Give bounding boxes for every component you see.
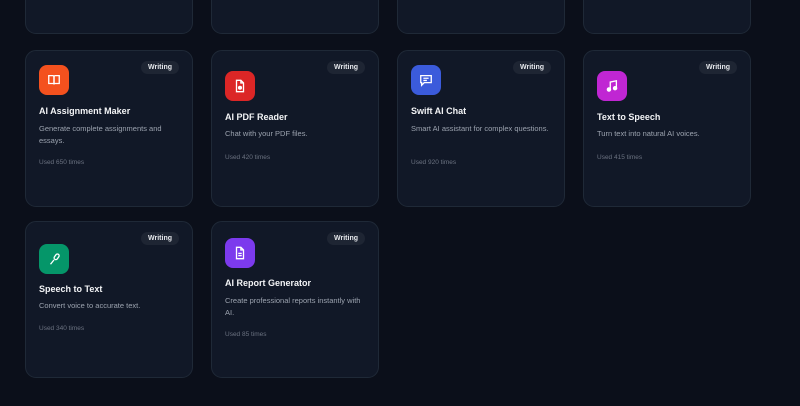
- usage-count: Used 420 times: [225, 154, 271, 161]
- tool-card-ai-pdf-reader[interactable]: Writing AI PDF Reader Chat with your PDF…: [211, 50, 379, 207]
- tool-description: Generate complete assignments and essays…: [39, 124, 162, 145]
- usage-count: Used 340 times: [39, 325, 85, 332]
- category-badge: Writing: [141, 61, 179, 74]
- book-icon: [39, 65, 69, 95]
- tool-title: Text to Speech: [597, 112, 661, 122]
- tool-card-speech-to-text[interactable]: Writing Speech to Text Convert voice to …: [25, 221, 193, 378]
- category-badge: Writing: [699, 61, 737, 74]
- tool-card-ai-assignment-maker[interactable]: Writing AI Assignment Maker Generate com…: [25, 50, 193, 207]
- tool-title: AI PDF Reader: [225, 112, 288, 122]
- category-badge: Writing: [327, 232, 365, 245]
- category-badge: Writing: [513, 61, 551, 74]
- tool-title: AI Report Generator: [225, 278, 312, 288]
- tool-description: Turn text into natural AI voices.: [597, 129, 700, 138]
- tool-card-ai-report-generator[interactable]: Writing AI Report Generator Create profe…: [211, 221, 379, 378]
- chat-icon: [411, 65, 441, 95]
- tool-title: Speech to Text: [39, 284, 103, 294]
- tool-title: AI Assignment Maker: [39, 106, 131, 116]
- tool-description: Chat with your PDF files.: [225, 129, 308, 138]
- tool-description: Convert voice to accurate text.: [39, 301, 141, 310]
- category-badge: Writing: [327, 61, 365, 74]
- usage-count: Used 415 times: [597, 154, 643, 161]
- tool-description: Create professional reports instantly wi…: [225, 296, 361, 317]
- tool-card-partial[interactable]: [25, 0, 193, 34]
- category-badge: Writing: [141, 232, 179, 245]
- document-icon: [225, 238, 255, 268]
- pdf-file-icon: [225, 71, 255, 101]
- tool-title: Swift AI Chat: [411, 106, 467, 116]
- microphone-icon: [39, 244, 69, 274]
- usage-count: Used 85 times: [225, 331, 267, 338]
- tool-card-text-to-speech[interactable]: Writing Text to Speech Turn text into na…: [583, 50, 751, 207]
- usage-count: Used 650 times: [39, 159, 85, 166]
- usage-count: Used 920 times: [411, 159, 457, 166]
- music-note-icon: [597, 71, 627, 101]
- tool-card-partial[interactable]: [397, 0, 565, 34]
- tool-card-swift-ai-chat[interactable]: Writing Swift AI Chat Smart AI assistant…: [397, 50, 565, 207]
- tool-card-partial[interactable]: [583, 0, 751, 34]
- tool-card-partial[interactable]: [211, 0, 379, 34]
- tool-description: Smart AI assistant for complex questions…: [411, 124, 549, 133]
